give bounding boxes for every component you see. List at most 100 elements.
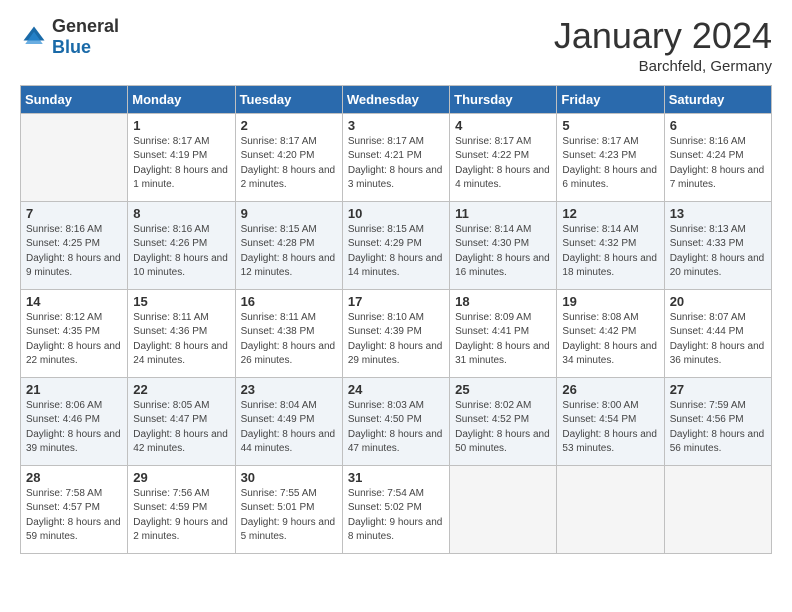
week-row-2: 14Sunrise: 8:12 AMSunset: 4:35 PMDayligh…: [21, 289, 772, 377]
week-row-4: 28 Sunrise: 7:58 AMSunset: 4:57 PMDayligh…: [21, 465, 772, 553]
weekday-header-friday: Friday: [557, 85, 664, 113]
calendar-cell: 15 Sunrise: 8:11 AMSunset: 4:36 PMDayligh…: [128, 289, 235, 377]
day-info: Sunrise: 8:03 AMSunset: 4:50 PMDaylight:…: [348, 399, 444, 457]
day-info: Sunrise: 8:08 AMSunset: 4:42 PMDaylight:…: [562, 311, 658, 369]
month-title: January 2024: [554, 16, 772, 56]
calendar-cell: 8 Sunrise: 8:16 AMSunset: 4:26 PMDaylight…: [128, 201, 235, 289]
day-info: Sunrise: 8:16 AMSunset: 4:26 PMDaylight:…: [133, 223, 229, 281]
day-info: Sunrise: 7:54 AMSunset: 5:02 PMDaylight:…: [348, 487, 444, 545]
calendar-table: SundayMondayTuesdayWednesdayThursdayFrid…: [20, 85, 772, 554]
day-info: Sunrise: 8:11 AMSunset: 4:36 PMDaylight:…: [133, 311, 229, 369]
header: General Blue January 2024 Barchfeld, Ger…: [20, 16, 772, 75]
day-info: Sunrise: 8:17 AMSunset: 4:21 PMDaylight:…: [348, 135, 444, 193]
calendar-cell: 5Sunrise: 8:17 AMSunset: 4:23 PMDaylight…: [557, 113, 664, 201]
day-number: 12: [562, 206, 658, 221]
calendar-cell: 29 Sunrise: 7:56 AMSunset: 4:59 PMDayligh…: [128, 465, 235, 553]
day-info: Sunrise: 8:17 AMSunset: 4:19 PMDaylight:…: [133, 135, 229, 193]
calendar-cell: 12 Sunrise: 8:14 AMSunset: 4:32 PMDayligh…: [557, 201, 664, 289]
calendar-cell: 17Sunrise: 8:10 AMSunset: 4:39 PMDayligh…: [342, 289, 449, 377]
day-info: Sunrise: 8:13 AMSunset: 4:33 PMDaylight:…: [670, 223, 766, 281]
calendar-cell: 1 Sunrise: 8:17 AMSunset: 4:19 PMDaylight…: [128, 113, 235, 201]
calendar-cell: [557, 465, 664, 553]
day-number: 7: [26, 206, 122, 221]
calendar-cell: [21, 113, 128, 201]
day-info: Sunrise: 8:17 AMSunset: 4:20 PMDaylight:…: [241, 135, 337, 193]
calendar-cell: 13 Sunrise: 8:13 AMSunset: 4:33 PMDayligh…: [664, 201, 771, 289]
day-number: 6: [670, 118, 766, 133]
day-info: Sunrise: 8:16 AMSunset: 4:25 PMDaylight:…: [26, 223, 122, 281]
day-info: Sunrise: 7:56 AMSunset: 4:59 PMDaylight:…: [133, 487, 229, 545]
day-info: Sunrise: 8:15 AMSunset: 4:29 PMDaylight:…: [348, 223, 444, 281]
weekday-header-row: SundayMondayTuesdayWednesdayThursdayFrid…: [21, 85, 772, 113]
day-number: 19: [562, 294, 658, 309]
calendar-cell: 27 Sunrise: 7:59 AMSunset: 4:56 PMDayligh…: [664, 377, 771, 465]
week-row-3: 21 Sunrise: 8:06 AMSunset: 4:46 PMDayligh…: [21, 377, 772, 465]
title-block: January 2024 Barchfeld, Germany: [554, 16, 772, 75]
day-number: 25: [455, 382, 551, 397]
day-info: Sunrise: 8:04 AMSunset: 4:49 PMDaylight:…: [241, 399, 337, 457]
day-number: 18: [455, 294, 551, 309]
day-number: 31: [348, 470, 444, 485]
week-row-0: 1 Sunrise: 8:17 AMSunset: 4:19 PMDaylight…: [21, 113, 772, 201]
calendar-cell: 22 Sunrise: 8:05 AMSunset: 4:47 PMDayligh…: [128, 377, 235, 465]
calendar-cell: 20Sunrise: 8:07 AMSunset: 4:44 PMDayligh…: [664, 289, 771, 377]
calendar-cell: 7 Sunrise: 8:16 AMSunset: 4:25 PMDaylight…: [21, 201, 128, 289]
calendar-cell: [664, 465, 771, 553]
calendar-cell: 2Sunrise: 8:17 AMSunset: 4:20 PMDaylight…: [235, 113, 342, 201]
calendar-cell: 30 Sunrise: 7:55 AMSunset: 5:01 PMDayligh…: [235, 465, 342, 553]
logo-text-blue: Blue: [52, 37, 91, 57]
day-number: 16: [241, 294, 337, 309]
weekday-header-tuesday: Tuesday: [235, 85, 342, 113]
logo-icon: [20, 23, 48, 51]
day-number: 27: [670, 382, 766, 397]
day-number: 28: [26, 470, 122, 485]
day-number: 15: [133, 294, 229, 309]
day-info: Sunrise: 8:09 AMSunset: 4:41 PMDaylight:…: [455, 311, 551, 369]
calendar-cell: 26Sunrise: 8:00 AMSunset: 4:54 PMDayligh…: [557, 377, 664, 465]
logo: General Blue: [20, 16, 119, 58]
calendar-cell: 21 Sunrise: 8:06 AMSunset: 4:46 PMDayligh…: [21, 377, 128, 465]
page: General Blue January 2024 Barchfeld, Ger…: [0, 0, 792, 612]
calendar-cell: 4 Sunrise: 8:17 AMSunset: 4:22 PMDaylight…: [450, 113, 557, 201]
day-number: 8: [133, 206, 229, 221]
calendar-cell: 31 Sunrise: 7:54 AMSunset: 5:02 PMDayligh…: [342, 465, 449, 553]
day-info: Sunrise: 8:06 AMSunset: 4:46 PMDaylight:…: [26, 399, 122, 457]
day-number: 22: [133, 382, 229, 397]
day-number: 13: [670, 206, 766, 221]
day-number: 5: [562, 118, 658, 133]
day-info: Sunrise: 8:17 AMSunset: 4:22 PMDaylight:…: [455, 135, 551, 193]
day-number: 9: [241, 206, 337, 221]
weekday-header-thursday: Thursday: [450, 85, 557, 113]
calendar-cell: 10 Sunrise: 8:15 AMSunset: 4:29 PMDayligh…: [342, 201, 449, 289]
day-number: 30: [241, 470, 337, 485]
day-info: Sunrise: 8:12 AMSunset: 4:35 PMDaylight:…: [26, 311, 122, 369]
day-info: Sunrise: 8:14 AMSunset: 4:30 PMDaylight:…: [455, 223, 551, 281]
day-info: Sunrise: 7:59 AMSunset: 4:56 PMDaylight:…: [670, 399, 766, 457]
day-info: Sunrise: 7:58 AMSunset: 4:57 PMDaylight:…: [26, 487, 122, 545]
day-number: 11: [455, 206, 551, 221]
calendar-cell: 18 Sunrise: 8:09 AMSunset: 4:41 PMDayligh…: [450, 289, 557, 377]
day-number: 26: [562, 382, 658, 397]
day-number: 4: [455, 118, 551, 133]
day-info: Sunrise: 8:16 AMSunset: 4:24 PMDaylight:…: [670, 135, 766, 193]
day-number: 24: [348, 382, 444, 397]
logo-text-general: General: [52, 16, 119, 36]
week-row-1: 7 Sunrise: 8:16 AMSunset: 4:25 PMDaylight…: [21, 201, 772, 289]
calendar-cell: 9Sunrise: 8:15 AMSunset: 4:28 PMDaylight…: [235, 201, 342, 289]
day-number: 3: [348, 118, 444, 133]
day-info: Sunrise: 8:14 AMSunset: 4:32 PMDaylight:…: [562, 223, 658, 281]
day-number: 29: [133, 470, 229, 485]
day-number: 1: [133, 118, 229, 133]
day-number: 23: [241, 382, 337, 397]
day-info: Sunrise: 8:05 AMSunset: 4:47 PMDaylight:…: [133, 399, 229, 457]
day-number: 21: [26, 382, 122, 397]
calendar-cell: 11 Sunrise: 8:14 AMSunset: 4:30 PMDayligh…: [450, 201, 557, 289]
day-number: 10: [348, 206, 444, 221]
day-info: Sunrise: 8:10 AMSunset: 4:39 PMDaylight:…: [348, 311, 444, 369]
day-info: Sunrise: 8:07 AMSunset: 4:44 PMDaylight:…: [670, 311, 766, 369]
day-info: Sunrise: 7:55 AMSunset: 5:01 PMDaylight:…: [241, 487, 337, 545]
calendar-cell: 24 Sunrise: 8:03 AMSunset: 4:50 PMDayligh…: [342, 377, 449, 465]
calendar-cell: 14Sunrise: 8:12 AMSunset: 4:35 PMDayligh…: [21, 289, 128, 377]
location-title: Barchfeld, Germany: [554, 58, 772, 75]
calendar-cell: 19 Sunrise: 8:08 AMSunset: 4:42 PMDayligh…: [557, 289, 664, 377]
